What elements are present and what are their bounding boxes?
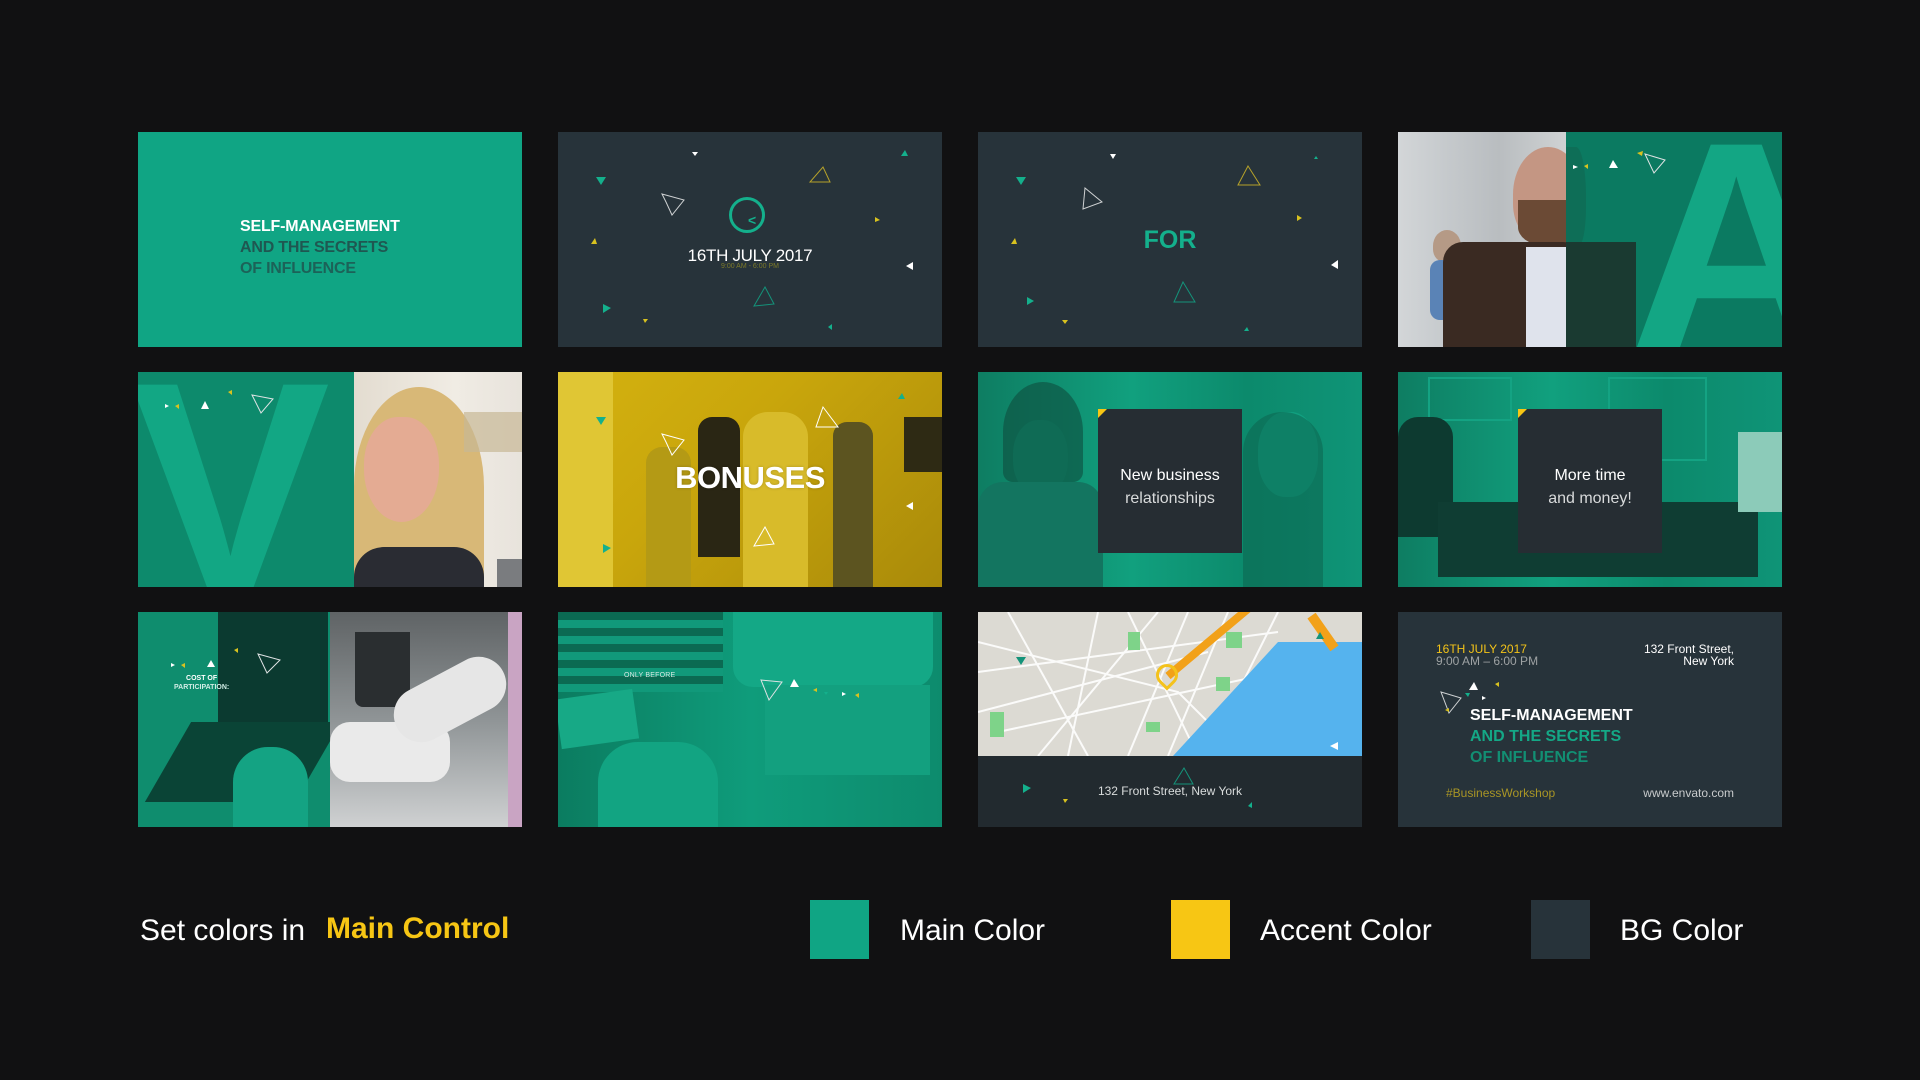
card-line-2: and money! [1548,490,1632,507]
main-color-swatch [810,900,869,959]
main-color-label: Main Color [900,914,1046,947]
title-text: SELF-MANAGEMENT AND THE SECRETS OF INFLU… [240,216,400,279]
title-line-1: SELF-MANAGEMENT [1470,707,1633,724]
pyramid-icon [1237,165,1261,186]
decorative-triangles [760,679,859,702]
only-before-label: ONLY BEFORE [624,672,676,679]
website-link[interactable]: www.envato.com [1643,786,1734,800]
title-line-1: SELF-MANAGEMENT [240,218,400,235]
triangle-icon [692,152,698,156]
triangle-icon [643,319,648,323]
triangle-icon [875,217,880,222]
decorative-triangles [1573,151,1666,174]
preview-tile-summary[interactable]: 16TH JULY 2017 9:00 AM – 6:00 PM 132 Fro… [1398,612,1782,827]
preview-tile-map[interactable]: 132 Front Street, New York [978,612,1362,827]
bg-color-label: BG Color [1620,914,1744,947]
triangle-icon [596,177,606,185]
triangle-icon [1062,320,1068,324]
bonuses-heading: BONUSES [675,460,825,495]
preview-tile-bonuses[interactable]: BONUSES [558,372,942,587]
label-line-2: PARTICIPATION: [174,684,230,691]
gem-icon [1082,187,1103,210]
preview-tile-title[interactable]: SELF-MANAGEMENT AND THE SECRETS OF INFLU… [138,132,522,347]
preview-tile-only-before[interactable]: ONLY BEFORE [558,612,942,827]
city-map [978,612,1362,756]
decorative-triangles [165,390,274,414]
triangle-icon [1110,154,1116,159]
triangle-icon [1244,327,1249,331]
triangle-icon [1314,156,1318,159]
triangle-icon [1331,260,1338,269]
event-title: SELF-MANAGEMENT AND THE SECRETS OF INFLU… [1470,705,1633,768]
card-line-1: More time [1554,467,1626,484]
address-text: 132 Front Street, New York [1097,784,1243,798]
accent-color-swatch [1171,900,1230,959]
main-control-label: Main Control [326,912,510,945]
preview-tile-for[interactable]: FOR [978,132,1362,347]
triangle-icon [1027,297,1034,305]
preview-tile-time-money[interactable]: More time and money! [1398,372,1782,587]
legend-prefix-text: Set colors in [140,914,306,947]
triangle-icon [591,238,597,244]
message-card: More time and money! [1518,409,1662,553]
card-line-1: New business [1120,467,1220,484]
title-line-2: AND THE SECRETS [1470,728,1622,745]
card-line-2: relationships [1125,490,1215,507]
preview-tile-speaker-v[interactable]: V [138,372,522,587]
triangle-icon [901,150,908,156]
triangle-icon [828,324,832,330]
title-line-3: OF INFLUENCE [1470,749,1589,766]
word-for: FOR [1143,226,1197,254]
decorative-triangles [1016,632,1338,750]
accent-corner [1098,409,1107,418]
title-line-2: AND THE SECRETS [240,239,389,256]
preview-tile-cost[interactable]: COST OF PARTICIPATION: [138,612,522,827]
hashtag: #BusinessWorkshop [1446,786,1556,800]
accent-corner [1518,409,1527,418]
triangle-icon [603,304,611,313]
triangle-icon [1297,215,1302,221]
pyramid-icon [753,285,775,307]
message-card: New business relationships [1098,409,1242,553]
pyramid-icon [808,166,831,183]
preview-tile-date[interactable]: < 16TH JULY 2017 9:00 AM - 6:00 PM [558,132,942,347]
triangle-icon [1016,177,1026,185]
cost-of-participation-label: COST OF PARTICIPATION: [174,674,229,692]
clock-icon: < [729,197,765,233]
accent-color-label: Accent Color [1260,914,1432,947]
gem-icon [661,193,685,216]
decorative-triangles [591,150,913,330]
preview-tile-speaker-a[interactable]: A [1398,132,1782,347]
preview-tile-relationships[interactable]: New business relationships [978,372,1362,587]
event-time: 9:00 AM - 6:00 PM [721,263,779,270]
pyramid-icon [1173,280,1196,303]
decorative-triangles [171,648,281,674]
title-line-3: OF INFLUENCE [240,260,356,277]
label-line-1: COST OF [186,675,218,682]
bg-color-swatch [1531,900,1590,959]
